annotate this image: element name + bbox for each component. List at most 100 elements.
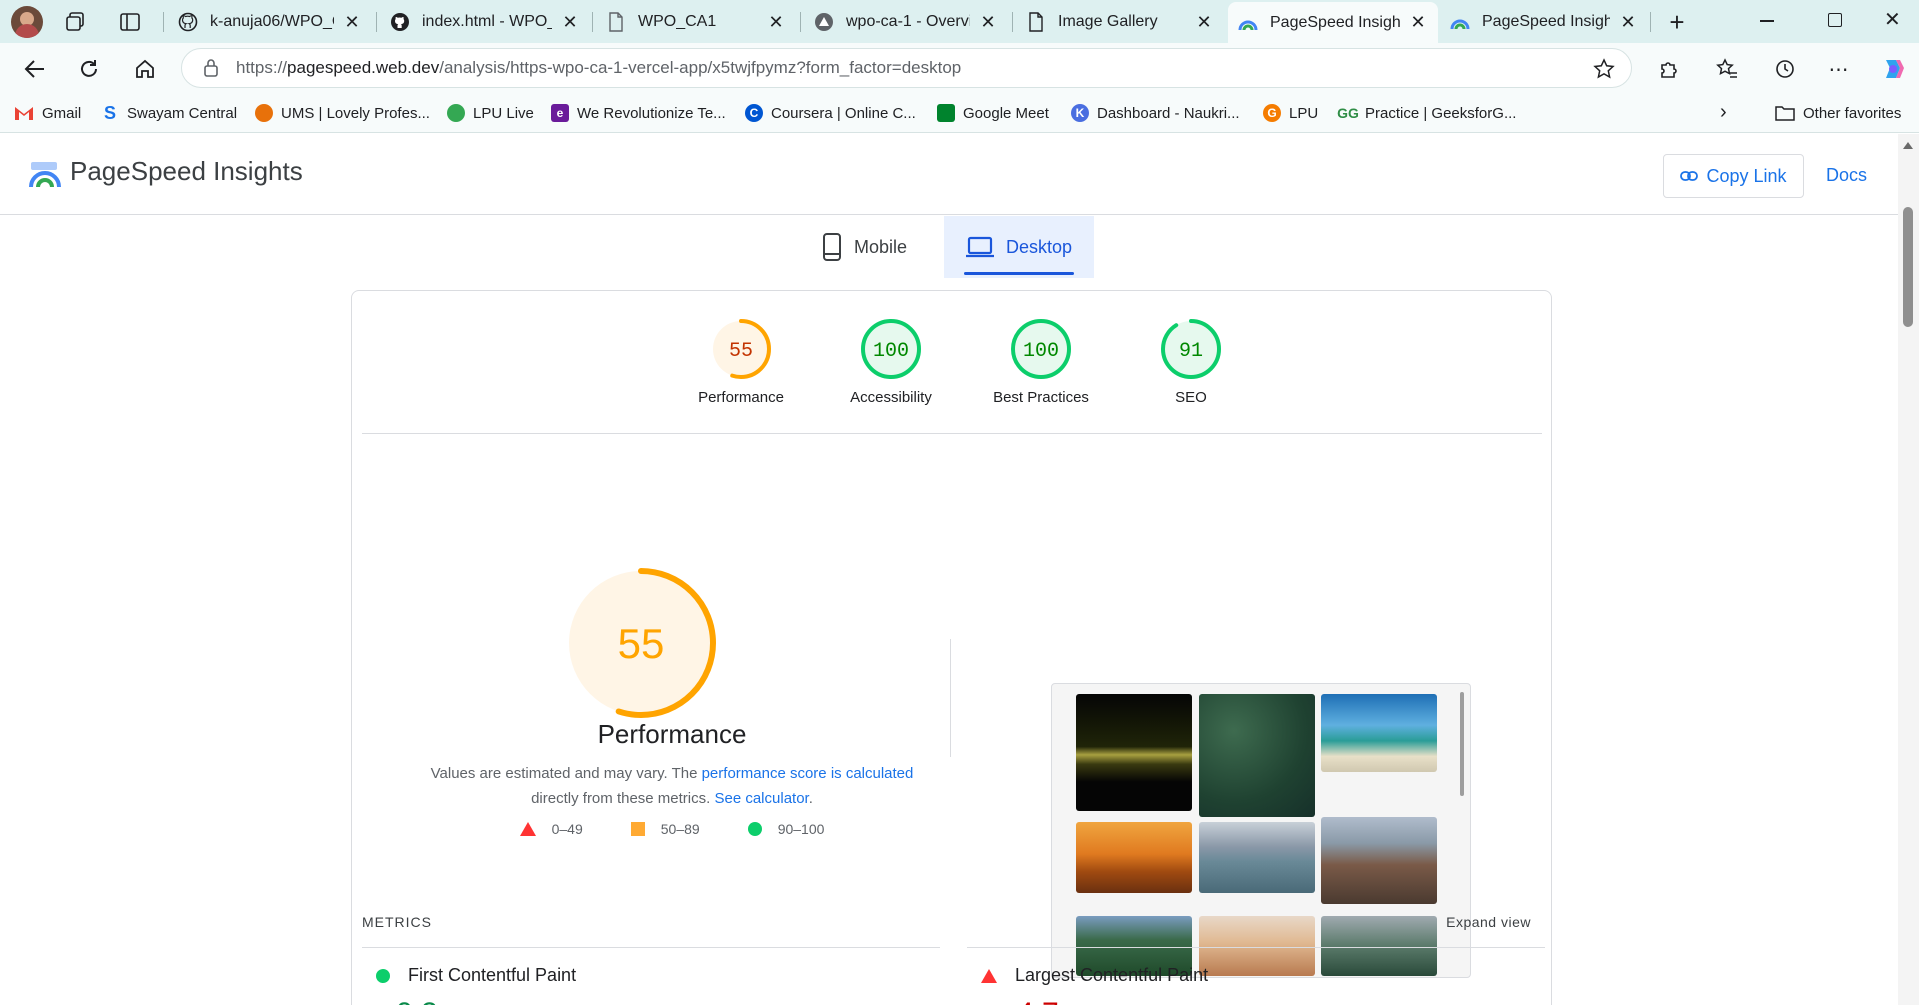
naukri-icon: K	[1071, 104, 1089, 122]
copilot-icon[interactable]	[1876, 52, 1910, 86]
bookmarks-overflow-chevron-icon[interactable]: ›	[1720, 101, 1727, 124]
bookmark-lpu[interactable]: G LPU	[1263, 101, 1318, 125]
github-icon	[178, 12, 198, 32]
favorites-button[interactable]	[1710, 52, 1744, 86]
restore-button[interactable]	[1828, 13, 1842, 27]
extensions-button[interactable]	[1652, 52, 1686, 86]
close-icon[interactable]: ✕	[766, 12, 786, 32]
performance-heading: Performance	[597, 719, 747, 749]
bookmark-gmail[interactable]: Gmail	[14, 101, 81, 125]
reload-button[interactable]	[72, 52, 106, 86]
gauge-seo[interactable]: 91 SEO	[1116, 318, 1266, 406]
swayam-icon: S	[103, 102, 116, 123]
workspaces-icon[interactable]	[64, 10, 88, 34]
other-favorites[interactable]: Other favorites	[1775, 101, 1901, 125]
pagespeed-logo-icon	[29, 161, 61, 194]
bookmark-lpu-live[interactable]: LPU Live	[447, 101, 534, 125]
score-calculated-link[interactable]: performance score is calculated	[702, 765, 914, 782]
psi-title: PageSpeed Insights	[70, 156, 303, 186]
close-icon[interactable]: ✕	[560, 12, 580, 32]
tab-image-gallery[interactable]: Image Gallery ✕	[1016, 4, 1224, 40]
other-favorites-label: Other favorites	[1803, 104, 1902, 122]
gauge-score: 55	[618, 620, 665, 667]
pagespeed-icon	[1238, 13, 1258, 33]
more-menu-button[interactable]: ⋯	[1822, 52, 1856, 86]
tab-title: PageSpeed Insights	[1482, 13, 1610, 30]
bookmark-ums[interactable]: UMS | Lovely Profes...	[255, 101, 430, 125]
tab-wpo-ca1[interactable]: WPO_CA1 ✕	[596, 4, 796, 40]
bookmark-we-revolutionize[interactable]: e We Revolutionize Te...	[551, 101, 726, 125]
metrics-divider	[362, 947, 940, 948]
back-button[interactable]	[18, 52, 52, 86]
tab-desktop[interactable]: Desktop	[944, 216, 1094, 278]
bookmark-geeksforgeeks[interactable]: GG Practice | GeeksforG...	[1337, 101, 1516, 125]
metric-value: 4.7 s	[1017, 997, 1082, 1005]
see-calculator-link[interactable]: See calculator	[714, 790, 808, 807]
tab-active-indicator	[964, 272, 1074, 275]
bookmark-google-meet[interactable]: Google Meet	[937, 101, 1049, 125]
profile-avatar[interactable]	[11, 6, 43, 38]
reload-icon	[81, 60, 97, 77]
bookmark-coursera[interactable]: C Coursera | Online C...	[745, 101, 916, 125]
gallery-photo-palace-night	[1076, 694, 1192, 811]
bookmark-swayam[interactable]: S Swayam Central	[101, 101, 237, 125]
tab-pagespeed-active[interactable]: PageSpeed Insights ✕	[1228, 2, 1438, 43]
gauge-label: SEO	[1175, 389, 1207, 406]
gauge-best-practices[interactable]: 100 Best Practices	[966, 318, 1116, 406]
history-button[interactable]	[1768, 52, 1802, 86]
close-window-button[interactable]: ✕	[1884, 7, 1901, 32]
coursera-icon: C	[745, 104, 763, 122]
bookmark-label: UMS | Lovely Profes...	[281, 104, 430, 122]
bookmark-naukri[interactable]: K Dashboard - Naukri...	[1071, 101, 1240, 125]
gauge-score: 91	[1179, 340, 1203, 363]
vertical-tabs-icon[interactable]	[118, 10, 142, 34]
close-icon[interactable]: ✕	[1408, 12, 1428, 33]
favorite-star-icon[interactable]	[1593, 58, 1615, 80]
gauge-score: 100	[873, 340, 909, 363]
close-icon[interactable]: ✕	[978, 12, 998, 32]
home-button[interactable]	[128, 52, 162, 86]
tab-title: PageSpeed Insights	[1270, 13, 1400, 31]
final-screenshot[interactable]	[1051, 683, 1471, 978]
address-bar[interactable]: https://pagespeed.web.dev/analysis/https…	[181, 48, 1632, 88]
tab-title: k-anuja06/WPO_CA1	[210, 13, 334, 30]
favorites-icon	[1716, 58, 1737, 78]
tab-mobile[interactable]: Mobile	[822, 216, 907, 278]
gauge-label: Performance	[698, 389, 784, 406]
docs-link[interactable]: Docs	[1826, 165, 1867, 186]
close-icon[interactable]: ✕	[1194, 12, 1214, 32]
url-text: https://pagespeed.web.dev/analysis/https…	[236, 58, 962, 77]
tab-pagespeed[interactable]: PageSpeed Insights ✕	[1440, 4, 1648, 40]
gauge-accessibility[interactable]: 100 Accessibility	[816, 318, 966, 406]
tab-vercel-overview[interactable]: wpo-ca-1 - Overview ✕	[804, 4, 1008, 40]
history-icon	[1776, 60, 1794, 78]
gauge-performance[interactable]: 55 Performance	[666, 318, 816, 406]
gauge-score: 100	[1023, 340, 1059, 363]
score-gauges: 55 Performance 100 Accessibility 100 Bes…	[362, 291, 1542, 434]
folder-icon	[1775, 105, 1795, 121]
close-icon[interactable]: ✕	[1618, 12, 1638, 32]
laptop-icon	[965, 236, 994, 258]
metric-name: First Contentful Paint	[408, 965, 577, 985]
minimize-button[interactable]	[1760, 20, 1774, 22]
scroll-up-arrow-icon[interactable]	[1903, 142, 1913, 149]
tab-github-repo[interactable]: k-anuja06/WPO_CA1 ✕	[168, 4, 372, 40]
copy-link-button[interactable]: Copy Link	[1663, 154, 1804, 198]
close-icon[interactable]: ✕	[342, 12, 362, 32]
expand-view-button[interactable]: Expand view	[1446, 914, 1531, 930]
gallery-photo-forest-road	[1199, 694, 1315, 817]
legend-pass: 90–100	[747, 821, 824, 837]
page-scrollbar[interactable]	[1898, 134, 1919, 1005]
site-info-icon[interactable]	[202, 58, 220, 78]
pagespeed-icon	[1450, 12, 1470, 32]
browser-toolbar: https://pagespeed.web.dev/analysis/https…	[0, 43, 1919, 93]
tab-github-index[interactable]: index.html - WPO_CA1 ✕	[380, 4, 590, 40]
copy-link-label: Copy Link	[1706, 165, 1787, 186]
psi-header: PageSpeed Insights Copy Link Docs	[0, 134, 1898, 215]
gauge-ring: 100	[1011, 319, 1071, 379]
scrollbar-thumb[interactable]	[1903, 207, 1913, 327]
new-tab-button[interactable]: +	[1662, 7, 1692, 37]
score-legend: 0–49 50–89 90–100	[362, 821, 982, 837]
bookmark-label: We Revolutionize Te...	[577, 104, 726, 122]
big-gauge-ring: 55	[566, 568, 716, 718]
